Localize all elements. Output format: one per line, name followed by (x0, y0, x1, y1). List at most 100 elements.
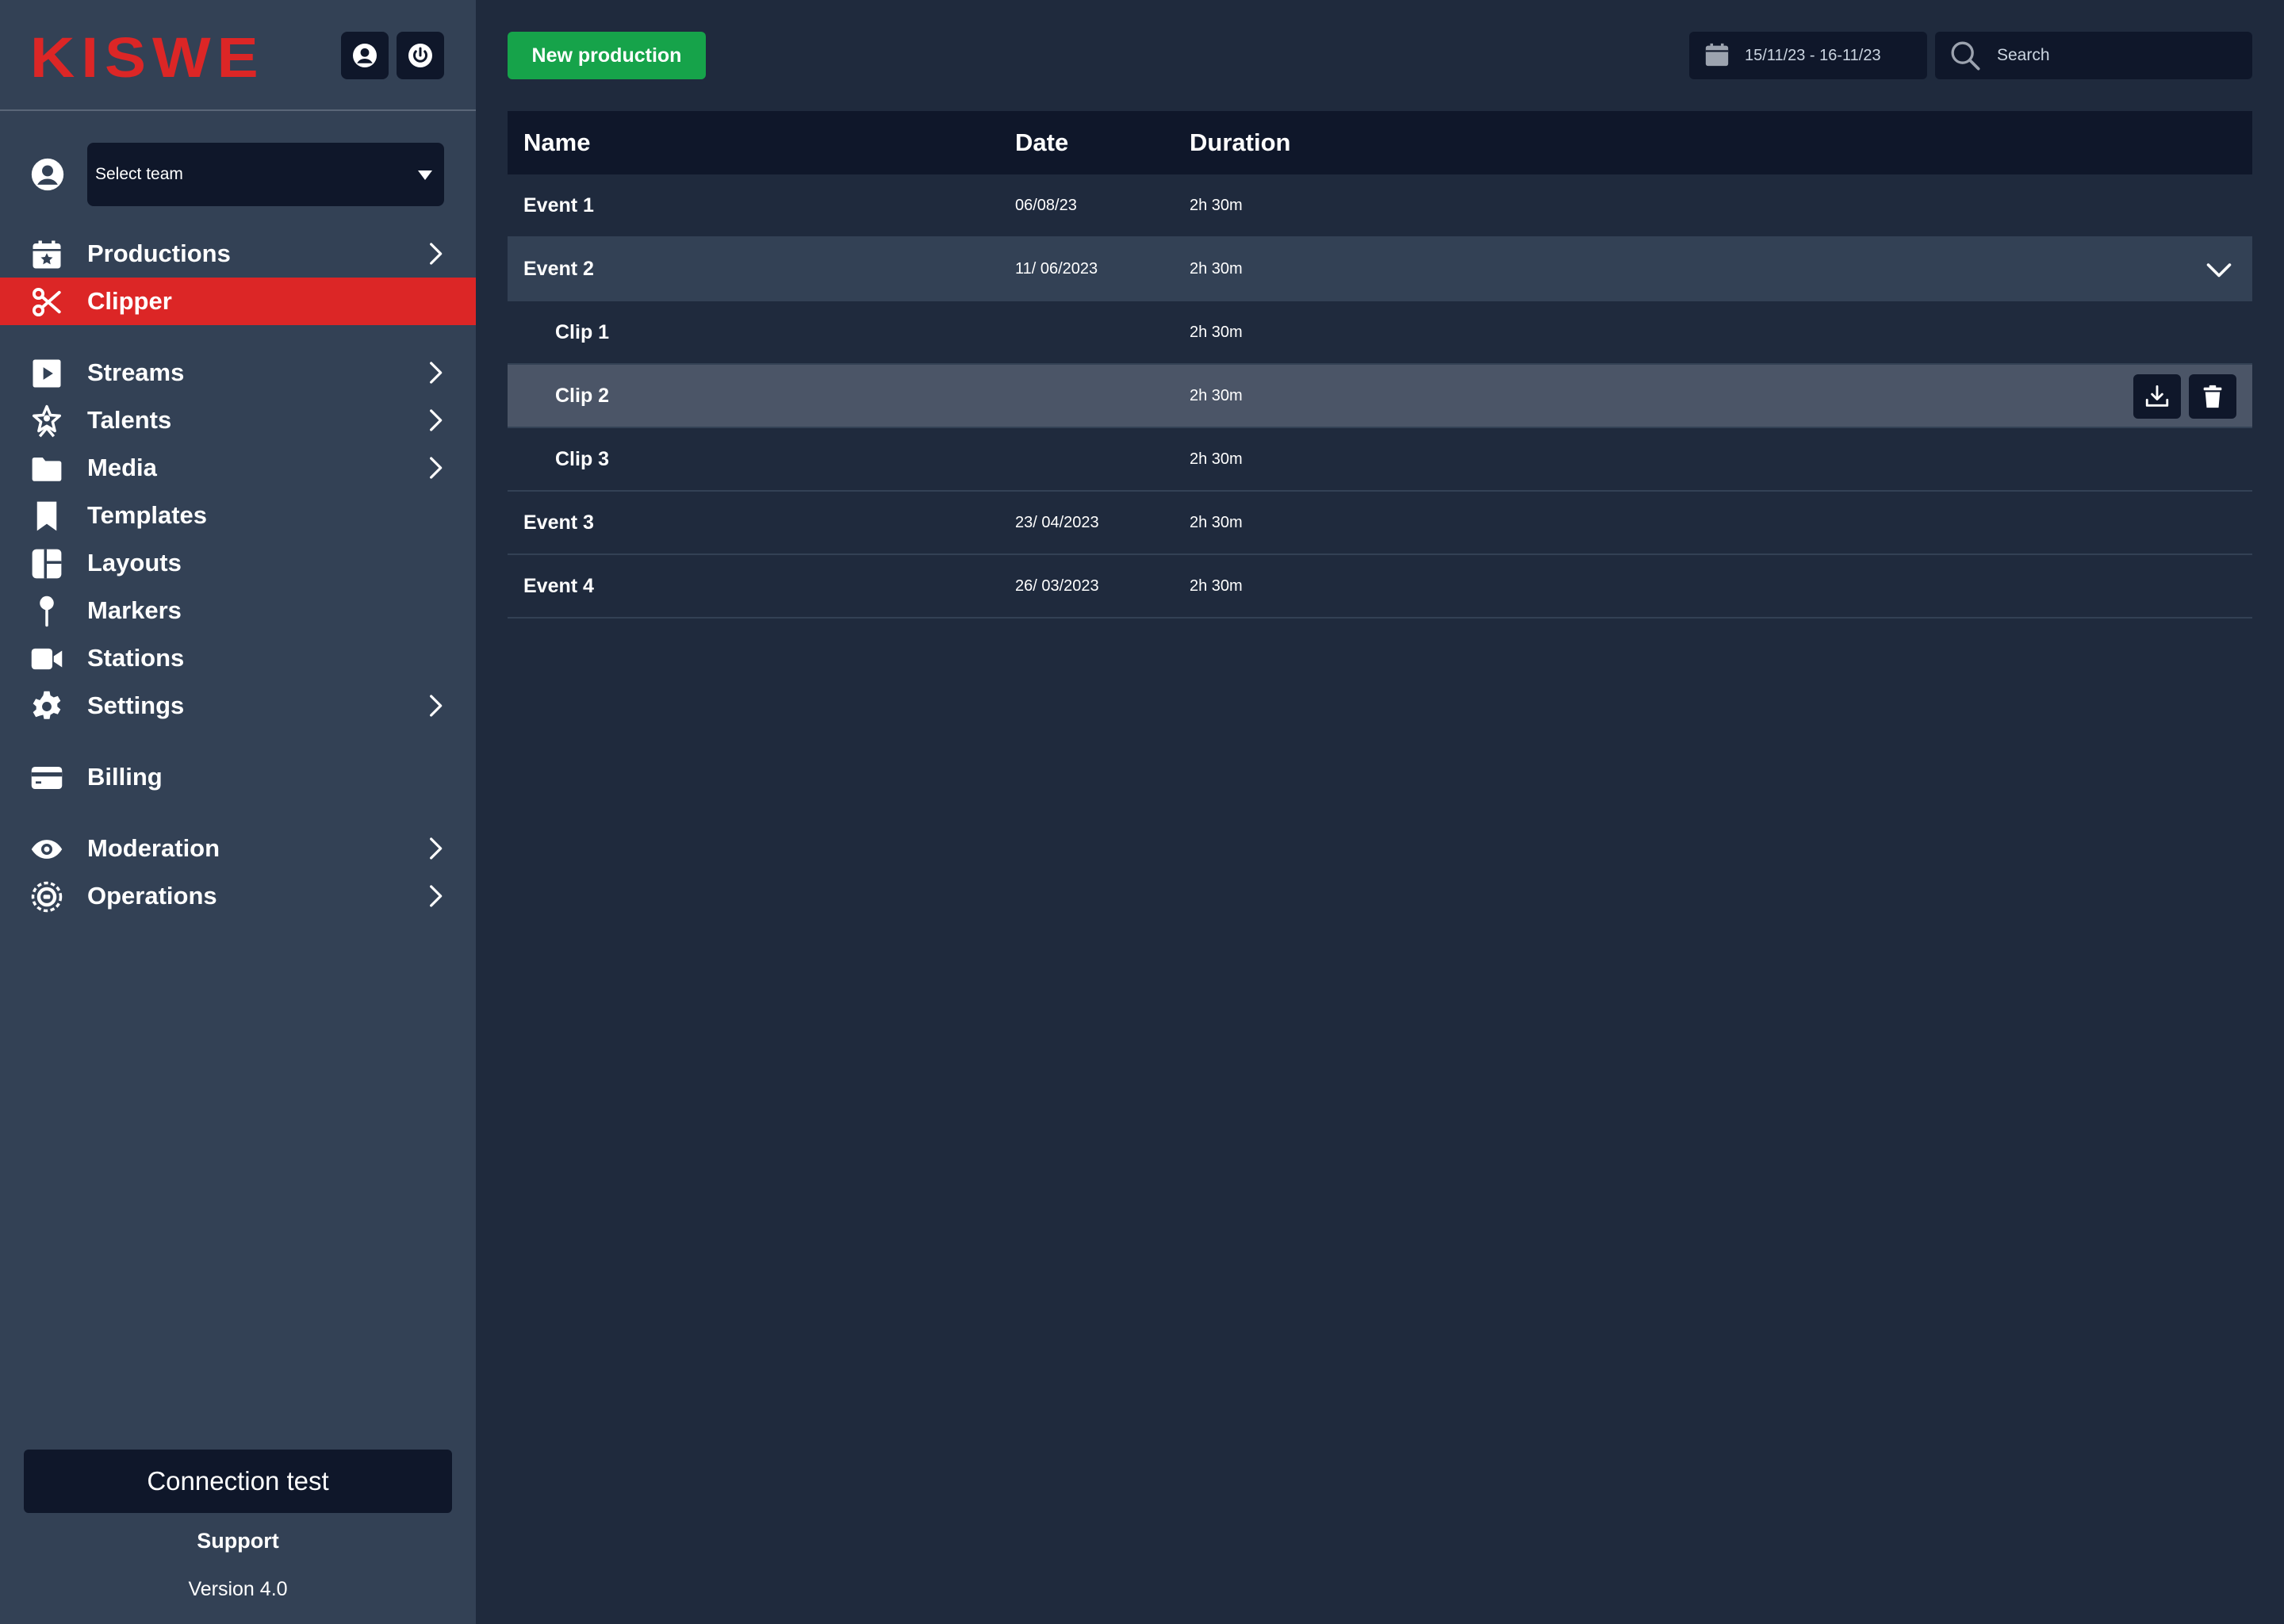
search-input[interactable] (1997, 32, 2235, 79)
row-date: 23/ 04/2023 (1015, 514, 1099, 531)
new-production-button[interactable]: New production (508, 32, 706, 79)
row-name: Event 1 (523, 194, 594, 216)
version-label: Version 4.0 (188, 1578, 288, 1600)
sidebar-header: KISWE (0, 0, 476, 111)
pin-icon (30, 595, 63, 628)
play-icon (30, 357, 63, 390)
profile-button[interactable] (341, 32, 389, 79)
chevron-right-icon (430, 885, 443, 907)
user-circle-icon (353, 44, 377, 67)
search-box (1935, 32, 2252, 79)
sidebar-item-label: Operations (87, 882, 217, 910)
gear-icon (30, 690, 63, 723)
row-date: 11/ 06/2023 (1015, 260, 1098, 278)
row-name: Event 3 (523, 511, 594, 534)
table-row-clip-selected[interactable]: Clip 2 2h 30m (508, 365, 2252, 428)
productions-table: Name Date Duration Event 1 06/08/23 2h 3… (508, 111, 2252, 619)
row-duration: 2h 30m (1190, 197, 1243, 214)
sidebar-item-clipper[interactable]: Clipper (0, 278, 476, 325)
search-icon (1951, 41, 1980, 71)
table-row-event-expanded[interactable]: Event 2 11/ 06/2023 2h 30m (508, 238, 2252, 301)
chevron-right-icon (430, 409, 443, 431)
sidebar-item-label: Settings (87, 691, 185, 719)
column-header-name[interactable]: Name (523, 111, 590, 174)
row-duration: 2h 30m (1190, 260, 1243, 278)
row-name: Event 2 (523, 258, 594, 280)
sidebar-item-label: Billing (87, 763, 163, 791)
ops-gear-icon (30, 880, 63, 914)
brand-logo: KISWE (30, 25, 265, 90)
table-row-event[interactable]: Event 3 23/ 04/2023 2h 30m (508, 492, 2252, 555)
row-date: 26/ 03/2023 (1015, 577, 1099, 595)
chevron-right-icon (430, 457, 443, 479)
row-date: 06/08/23 (1015, 197, 1077, 214)
logout-button[interactable] (397, 32, 444, 79)
chevron-down-icon[interactable] (2205, 255, 2233, 284)
scissors-icon (30, 285, 63, 319)
sidebar-item-operations[interactable]: Operations (0, 872, 476, 920)
sidebar-item-label: Moderation (87, 834, 220, 862)
sidebar-item-talents[interactable]: Talents (0, 396, 476, 444)
download-button[interactable] (2133, 374, 2181, 419)
row-duration: 2h 30m (1190, 450, 1243, 468)
sidebar-item-markers[interactable]: Markers (0, 587, 476, 634)
sidebar-item-streams[interactable]: Streams (0, 349, 476, 396)
support-link[interactable]: Support (0, 1529, 476, 1553)
connection-test-button[interactable]: Connection test (24, 1450, 452, 1513)
row-name: Clip 1 (555, 321, 610, 343)
caret-down-icon (418, 170, 432, 180)
sidebar-item-label: Layouts (87, 549, 182, 576)
folder-icon (30, 452, 63, 485)
sidebar: KISWE Select team Productions Clipper St… (0, 0, 476, 1624)
sidebar-item-media[interactable]: Media (0, 444, 476, 492)
column-header-duration[interactable]: Duration (1190, 111, 1290, 174)
date-range-value: 15/11/23 - 16-11/23 (1745, 47, 1881, 64)
sidebar-item-stations[interactable]: Stations (0, 634, 476, 682)
sidebar-item-label: Templates (87, 501, 208, 529)
calendar-star-icon (30, 238, 63, 271)
delete-button[interactable] (2189, 374, 2236, 419)
power-icon (408, 44, 432, 67)
table-row-event[interactable]: Event 1 06/08/23 2h 30m (508, 174, 2252, 238)
sidebar-item-label: Media (87, 454, 157, 481)
row-duration: 2h 30m (1190, 577, 1243, 595)
table-row-clip[interactable]: Clip 1 2h 30m (508, 301, 2252, 365)
table-row-event[interactable]: Event 4 26/ 03/2023 2h 30m (508, 555, 2252, 619)
trash-icon (2203, 385, 2222, 408)
column-header-date[interactable]: Date (1015, 111, 1068, 174)
credit-card-icon (30, 761, 63, 795)
team-avatar-icon (31, 158, 64, 191)
chevron-right-icon (430, 837, 443, 860)
team-row: Select team (0, 143, 476, 206)
table-row-clip[interactable]: Clip 3 2h 30m (508, 428, 2252, 492)
sidebar-item-label: Clipper (87, 287, 172, 315)
row-duration: 2h 30m (1190, 387, 1243, 404)
sidebar-item-productions[interactable]: Productions (0, 230, 476, 278)
sidebar-item-label: Talents (87, 406, 172, 434)
row-duration: 2h 30m (1190, 514, 1243, 531)
sidebar-item-label: Stations (87, 644, 185, 672)
row-duration: 2h 30m (1190, 324, 1243, 341)
sidebar-item-label: Markers (87, 596, 182, 624)
sidebar-item-templates[interactable]: Templates (0, 492, 476, 539)
sidebar-item-settings[interactable]: Settings (0, 682, 476, 730)
download-icon (2145, 385, 2169, 407)
bookmark-icon (30, 500, 63, 533)
chevron-right-icon (430, 362, 443, 384)
calendar-icon (1705, 43, 1729, 67)
row-name: Event 4 (523, 575, 594, 597)
chevron-right-icon (430, 243, 443, 265)
sidebar-item-moderation[interactable]: Moderation (0, 825, 476, 872)
table-header: Name Date Duration (508, 111, 2252, 174)
eye-icon (30, 833, 63, 866)
chevron-right-icon (430, 695, 443, 717)
row-name: Clip 3 (555, 448, 610, 470)
sidebar-item-layouts[interactable]: Layouts (0, 539, 476, 587)
date-range-picker[interactable]: 15/11/23 - 16-11/23 (1689, 32, 1927, 79)
team-select[interactable]: Select team (87, 143, 444, 206)
row-name: Clip 2 (555, 385, 610, 407)
sidebar-item-billing[interactable]: Billing (0, 753, 476, 801)
layout-icon (30, 547, 63, 580)
sidebar-item-label: Productions (87, 239, 231, 267)
team-select-value: Select team (95, 165, 183, 183)
